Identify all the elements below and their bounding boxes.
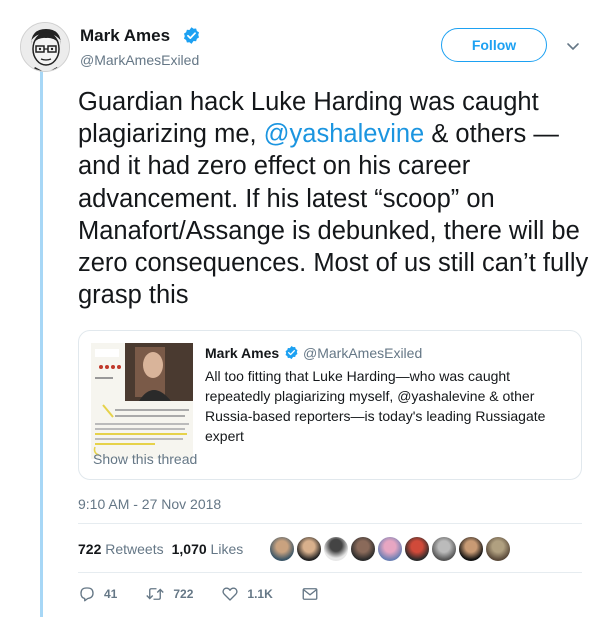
divider — [78, 572, 582, 573]
reply-count: 41 — [104, 587, 118, 601]
like-icon — [222, 587, 238, 601]
retweets-label: Retweets — [105, 541, 164, 557]
quoted-tweet-text: All too fitting that Luke Harding—who wa… — [205, 368, 546, 444]
likes-label: Likes — [210, 541, 244, 557]
likes-count: 1,070 — [171, 541, 207, 557]
follow-button[interactable]: Follow — [441, 28, 547, 62]
likes-stat[interactable]: 1,070 Likes — [172, 541, 244, 557]
liker-avatar[interactable] — [484, 535, 512, 563]
direct-message-button[interactable] — [301, 585, 327, 603]
tweet-text-part2: & others —and it had zero effect on his … — [78, 120, 589, 310]
chevron-down-icon[interactable] — [565, 38, 581, 54]
tweet-actions: 41 722 1.1K — [78, 585, 355, 603]
liker-avatars — [268, 535, 512, 563]
liker-avatar[interactable] — [349, 535, 377, 563]
retweets-stat[interactable]: 722 Retweets — [78, 541, 164, 557]
author-handle[interactable]: @MarkAmesExiled — [80, 52, 199, 68]
liker-avatar[interactable] — [322, 535, 350, 563]
author-name[interactable]: Mark Ames — [80, 26, 170, 46]
reply-icon — [80, 587, 94, 602]
liker-avatar[interactable] — [268, 535, 296, 563]
direct-message-icon — [302, 588, 318, 600]
tweet-stats: 722 Retweets 1,070 Likes — [78, 541, 243, 557]
liker-avatar[interactable] — [295, 535, 323, 563]
retweet-icon — [146, 588, 165, 600]
mention-link[interactable]: @yashalevine — [264, 120, 425, 148]
liker-avatar[interactable] — [457, 535, 485, 563]
thread-line — [40, 70, 43, 617]
retweet-count: 722 — [173, 587, 194, 601]
verified-badge-icon — [285, 345, 298, 360]
divider — [78, 523, 582, 524]
show-thread-link[interactable]: Show this thread — [93, 451, 197, 467]
tweet-timestamp[interactable]: 9:10 AM - 27 Nov 2018 — [78, 496, 221, 512]
liker-avatar[interactable] — [376, 535, 404, 563]
quoted-author-name[interactable]: Mark Ames — [205, 345, 279, 361]
retweets-count: 722 — [78, 541, 102, 557]
reply-button[interactable]: 41 — [78, 585, 117, 603]
quoted-tweet-image — [91, 343, 193, 459]
retweet-button[interactable]: 722 — [145, 585, 193, 603]
tweet-text: Guardian hack Luke Harding was caught pl… — [78, 86, 598, 311]
avatar[interactable] — [20, 22, 70, 72]
liker-avatar[interactable] — [403, 535, 431, 563]
quoted-author-handle[interactable]: @MarkAmesExiled — [303, 345, 422, 361]
liker-avatar[interactable] — [430, 535, 458, 563]
like-count: 1.1K — [247, 587, 273, 601]
quoted-tweet-card[interactable]: Mark Ames @MarkAmesExiled All too fittin… — [78, 330, 582, 480]
verified-badge-icon — [183, 27, 200, 44]
like-button[interactable]: 1.1K — [221, 585, 273, 603]
